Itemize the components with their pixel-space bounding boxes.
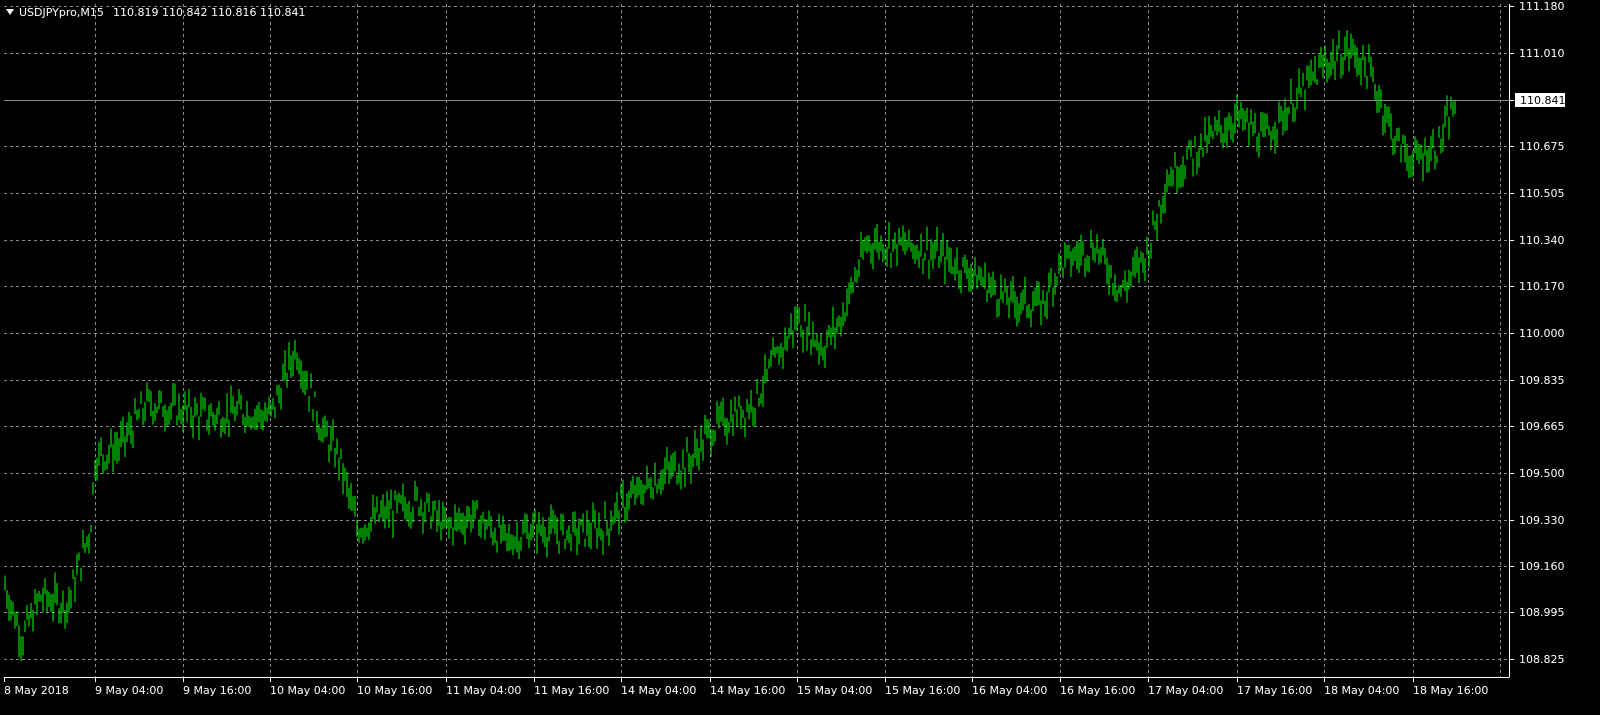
- y-tick-label: 109.500: [1519, 467, 1565, 480]
- y-tick-label: 110.170: [1519, 280, 1565, 293]
- y-tick-label: 111.180: [1519, 0, 1565, 13]
- y-tick-label: 108.825: [1519, 653, 1565, 666]
- y-tick-label: 108.995: [1519, 606, 1565, 619]
- y-tick-label: 110.340: [1519, 234, 1565, 247]
- chart-background: [0, 0, 1600, 715]
- symbol-title: USDJPYpro,M15: [19, 6, 104, 19]
- x-tick-label: 8 May 2018: [4, 684, 69, 697]
- current-price-label: 110.841: [1520, 94, 1566, 107]
- chart-canvas: 111.180 111.010 110.841 110.675 110.505 110.3…: [0, 0, 1600, 715]
- x-tick-label: 11 May 04:00: [446, 684, 521, 697]
- x-tick-label: 16 May 16:00: [1060, 684, 1135, 697]
- chart-header: USDJPYpro,M15 110.819 110.842 110.816 11…: [6, 6, 305, 19]
- x-tick-label: 14 May 16:00: [710, 684, 785, 697]
- x-tick-label: 18 May 04:00: [1324, 684, 1399, 697]
- x-tick-label: 9 May 04:00: [95, 684, 163, 697]
- ohlc-readout: 110.819 110.842 110.816 110.841: [113, 6, 305, 19]
- y-tick-label: 111.010: [1519, 47, 1565, 60]
- y-tick-label: 109.160: [1519, 560, 1565, 573]
- y-tick-label: 110.505: [1519, 187, 1565, 200]
- x-tick-label: 16 May 04:00: [972, 684, 1047, 697]
- x-tick-label: 15 May 16:00: [885, 684, 960, 697]
- x-tick-label: 11 May 16:00: [534, 684, 609, 697]
- x-tick-label: 18 May 16:00: [1413, 684, 1488, 697]
- y-tick-label: 109.330: [1519, 514, 1565, 527]
- x-tick-label: 17 May 16:00: [1237, 684, 1312, 697]
- x-tick-label: 10 May 16:00: [357, 684, 432, 697]
- y-tick-label: 109.665: [1519, 420, 1565, 433]
- price-chart[interactable]: 111.180 111.010 110.841 110.675 110.505 110.3…: [0, 0, 1600, 715]
- x-tick-label: 9 May 16:00: [183, 684, 251, 697]
- y-tick-label: 109.835: [1519, 374, 1565, 387]
- x-tick-label: 10 May 04:00: [270, 684, 345, 697]
- x-tick-label: 17 May 04:00: [1148, 684, 1223, 697]
- y-tick-label: 110.675: [1519, 140, 1565, 153]
- x-tick-label: 15 May 04:00: [797, 684, 872, 697]
- y-tick-label: 110.000: [1519, 327, 1565, 340]
- x-tick-label: 14 May 04:00: [621, 684, 696, 697]
